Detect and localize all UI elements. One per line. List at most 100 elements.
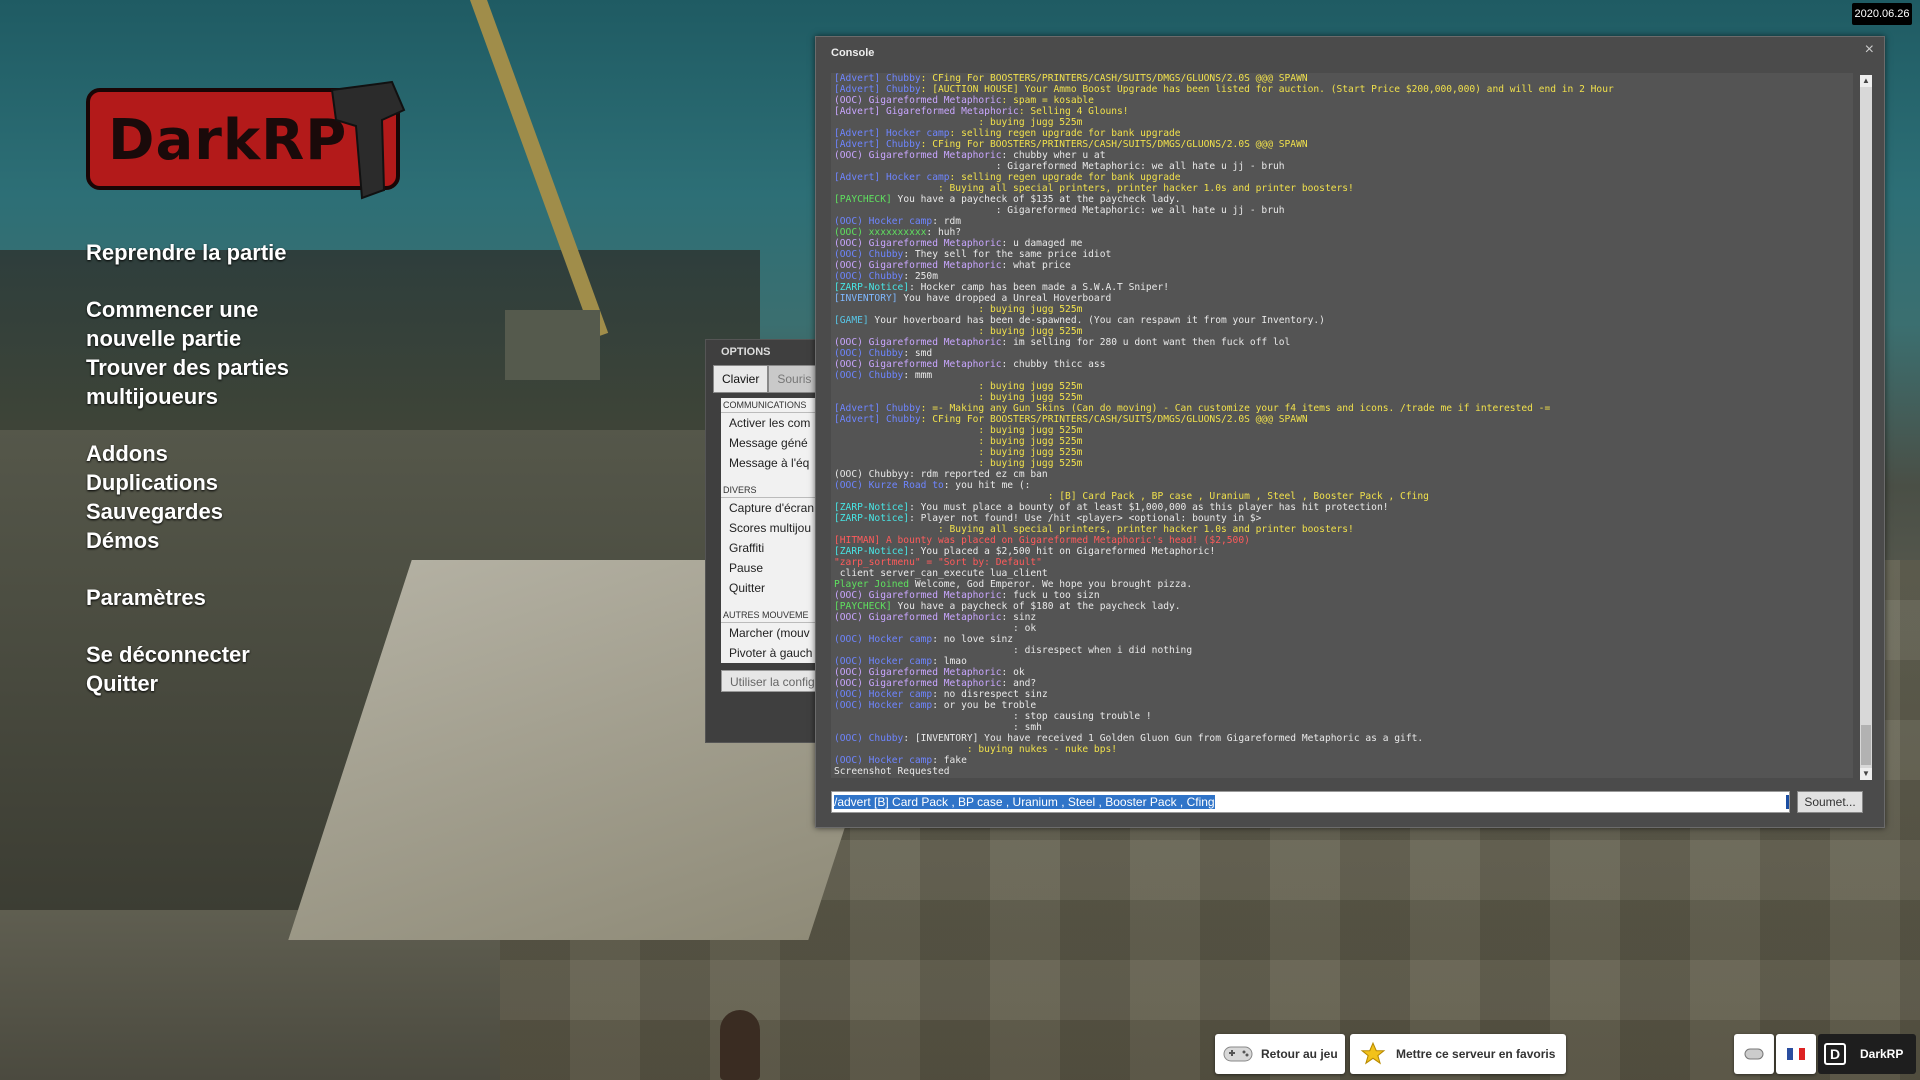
console-scrollbar[interactable]: ▲ ▼ <box>1860 75 1872 780</box>
gamemode-darkrp-button[interactable]: D DarkRP <box>1818 1034 1916 1074</box>
console-line-segment: : They sell for the same price idiot <box>903 249 1112 260</box>
controller-icon[interactable] <box>1734 1034 1774 1074</box>
console-line-segment: : what price <box>1001 260 1071 271</box>
console-line: [Advert] Gigareformed Metaphoric: Sellin… <box>831 106 1853 117</box>
console-line-segment: : sinz <box>1001 612 1037 623</box>
console-command-input[interactable]: /advert [B] Card Pack , BP case , Uraniu… <box>831 791 1790 813</box>
console-line-segment: : mmm <box>903 370 933 381</box>
submit-button[interactable]: Soumet... <box>1797 791 1863 813</box>
menu-demos[interactable]: Démos <box>86 526 406 555</box>
console-line-segment: [Advert] Chubby <box>834 84 921 95</box>
options-window: OPTIONS Clavier Souris COMMUNICATIONS Ac… <box>705 339 819 743</box>
autocomplete-icon[interactable] <box>1786 795 1789 809</box>
console-line: [GAME] Your hoverboard has been de-spawn… <box>831 315 1853 326</box>
keybind-item[interactable]: Pivoter à gauch <box>721 643 818 663</box>
console-line: [ZARP-Notice]: You placed a $2,500 hit o… <box>831 546 1853 557</box>
star-icon <box>1358 1041 1388 1066</box>
keybind-item[interactable]: Marcher (mouv <box>721 623 818 643</box>
console-line-segment: [ZARP-Notice] <box>834 546 910 557</box>
keybind-item[interactable]: Message géné <box>721 433 818 453</box>
console-line-segment: (OOC) Chubby <box>834 348 904 359</box>
menu-new-game-line1[interactable]: Commencer une <box>86 295 406 324</box>
menu-find-games-line1[interactable]: Trouver des parties <box>86 353 406 382</box>
console-line-segment: (OOC) Gigareformed Metaphoric <box>834 667 1002 678</box>
console-line-segment: (OOC) Chubbyy: rdm reported ez cm ban <box>834 469 1048 480</box>
console-line: (OOC) Hocker camp: no love sinz <box>831 634 1853 645</box>
console-line-segment: (OOC) Gigareformed Metaphoric <box>834 260 1002 271</box>
menu-resume-game[interactable]: Reprendre la partie <box>86 238 406 267</box>
console-line-segment: (OOC) Hocker camp <box>834 755 933 766</box>
keybind-list: COMMUNICATIONS Activer les com Message g… <box>721 398 818 663</box>
menu-new-game-line2[interactable]: nouvelle partie <box>86 324 406 353</box>
console-line-segment: You have a paycheck of $180 at the paych… <box>891 601 1181 612</box>
console-line-segment: [Advert] Hocker camp <box>834 172 950 183</box>
console-line-segment: [GAME] <box>834 315 869 326</box>
console-line: [PAYCHECK] You have a paycheck of $135 a… <box>831 194 1853 205</box>
scrollbar-thumb[interactable] <box>1861 725 1871 765</box>
console-line: : buying jugg 525m <box>831 436 1853 447</box>
back-to-game-button[interactable]: Retour au jeu <box>1215 1034 1345 1074</box>
console-line: (OOC) Chubby: smd <box>831 348 1853 359</box>
menu-addons[interactable]: Addons <box>86 439 406 468</box>
menu-disconnect[interactable]: Se déconnecter <box>86 640 406 669</box>
console-line: (OOC) Hocker camp: lmao <box>831 656 1853 667</box>
menu-duplications[interactable]: Duplications <box>86 468 406 497</box>
console-line: : buying jugg 525m <box>831 326 1853 337</box>
gamepad-icon <box>1223 1042 1253 1066</box>
console-line-segment: : Player not found! Use /hit <player> <o… <box>909 513 1262 524</box>
console-line: : buying jugg 525m <box>831 425 1853 436</box>
menu-find-games-line2[interactable]: multijoueurs <box>86 382 406 411</box>
keybind-item[interactable]: Activer les com <box>721 413 818 433</box>
console-line-segment: (OOC) Gigareformed Metaphoric <box>834 359 1002 370</box>
back-to-game-label: Retour au jeu <box>1261 1047 1338 1061</box>
console-line-segment: : smh <box>834 722 1042 733</box>
language-flag-icon[interactable] <box>1776 1034 1816 1074</box>
keybind-item[interactable]: Capture d'écran <box>721 498 818 518</box>
console-line-segment: [Advert] Gigareformed Metaphoric <box>834 106 1019 117</box>
console-line-segment: client server_can_execute lua_client <box>834 568 1048 579</box>
menu-settings[interactable]: Paramètres <box>86 583 406 612</box>
scroll-up-icon[interactable]: ▲ <box>1860 75 1872 87</box>
console-line-segment: : Buying all special printers, printer h… <box>834 183 1354 194</box>
close-icon[interactable]: × <box>1865 41 1874 59</box>
player-avatar-model <box>720 1010 760 1080</box>
console-line: : buying jugg 525m <box>831 392 1853 403</box>
keybind-item[interactable]: Quitter <box>721 578 818 598</box>
keybind-item[interactable]: Scores multijou <box>721 518 818 538</box>
console-title: Console <box>831 47 875 59</box>
keybind-item[interactable]: Message à l'éq <box>721 453 818 473</box>
console-line-segment: (OOC) Gigareformed Metaphoric <box>834 337 1002 348</box>
console-line-segment: : Selling 4 Glouns! <box>1018 106 1129 117</box>
console-line-segment: [Advert] Chubby <box>834 73 921 84</box>
console-line-segment: "zarp_sortmenu" = "Sort by: Default" <box>834 557 1042 568</box>
console-line-segment: : [B] Card Pack , BP case , Uranium , St… <box>834 491 1429 502</box>
console-line-segment: (OOC) Chubby <box>834 733 904 744</box>
menu-saves[interactable]: Sauvegardes <box>86 497 406 526</box>
console-line: : [B] Card Pack , BP case , Uranium , St… <box>831 491 1853 502</box>
console-line: (OOC) Gigareformed Metaphoric: chubby th… <box>831 359 1853 370</box>
menu-quit[interactable]: Quitter <box>86 669 406 698</box>
console-line: (OOC) Hocker camp: or you be troble <box>831 700 1853 711</box>
console-line: : Buying all special printers, printer h… <box>831 183 1853 194</box>
console-line-segment: : [INVENTORY] You have received 1 Golden… <box>903 733 1424 744</box>
tab-mouse[interactable]: Souris <box>768 365 818 393</box>
keybind-item[interactable]: Graffiti <box>721 538 818 558</box>
console-line-segment: : huh? <box>926 227 962 238</box>
console-line-segment: You have dropped a Unreal Hoverboard <box>897 293 1112 304</box>
favorite-server-label: Mettre ce serveur en favoris <box>1396 1047 1556 1061</box>
date-badge: 2020.06.26 <box>1852 3 1912 25</box>
console-line: [INVENTORY] You have dropped a Unreal Ho… <box>831 293 1853 304</box>
pistol-icon <box>330 80 406 200</box>
section-header: COMMUNICATIONS <box>721 398 818 413</box>
console-line-segment: (OOC) Gigareformed Metaphoric <box>834 678 1002 689</box>
console-line: (OOC) Chubby: 250m <box>831 271 1853 282</box>
scroll-down-icon[interactable]: ▼ <box>1860 768 1872 780</box>
use-default-config-button[interactable]: Utiliser la config <box>721 670 818 692</box>
console-line-segment: (OOC) Gigareformed Metaphoric <box>834 612 1002 623</box>
console-line: : buying jugg 525m <box>831 458 1853 469</box>
console-line: (OOC) Chubby: mmm <box>831 370 1853 381</box>
keybind-item[interactable]: Pause <box>721 558 818 578</box>
options-title: OPTIONS <box>721 346 771 358</box>
favorite-server-button[interactable]: Mettre ce serveur en favoris <box>1350 1034 1566 1074</box>
tab-keyboard[interactable]: Clavier <box>713 365 769 393</box>
